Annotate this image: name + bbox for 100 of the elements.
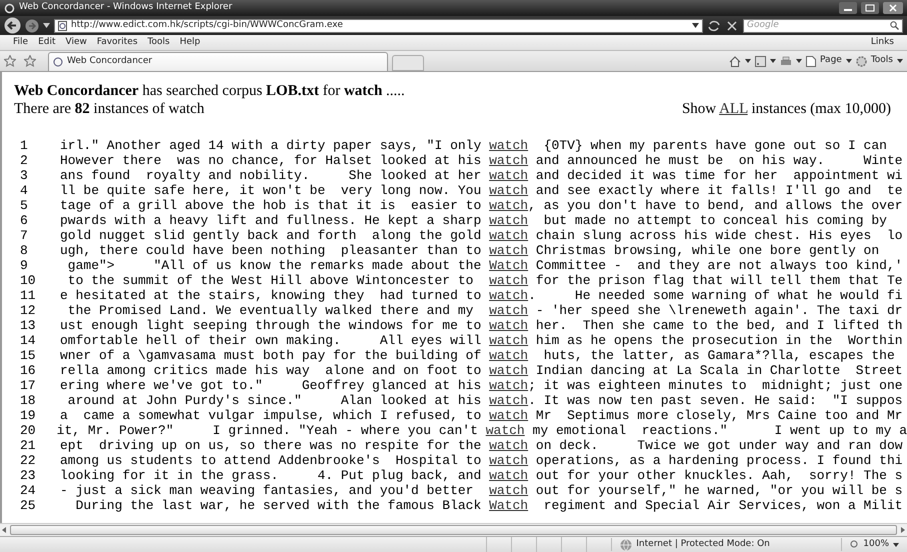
- concordance-line: e hesitated at the stairs, knowing they had turned to watch. He needed some warning of what he would fi: [60, 288, 903, 303]
- menu-item[interactable]: File: [8, 36, 34, 50]
- concordance-line: ugh, there could have been nothing pleasanter than to watch Christmas browsing, while one bore gently on: [60, 243, 880, 258]
- feed-icon[interactable]: [755, 56, 766, 66]
- line-number: 11: [19, 288, 37, 303]
- keyword-link[interactable]: watch: [489, 228, 528, 243]
- menu-item[interactable]: Favorites: [92, 36, 143, 50]
- favorites-star-icon[interactable]: [4, 55, 16, 67]
- scrollbar-thumb[interactable]: [10, 525, 897, 535]
- line-number: 10: [19, 273, 37, 288]
- search-summary-heading: Web Concordancer has searched corpus LOB.txt for watch .....: [14, 82, 406, 100]
- concordance-line: wner of a \gamvasama must both pay for the building of watch huts, the latter, as Gamara*?lla, escapes the: [60, 348, 895, 363]
- window-title: Web Concordancer - Windows Internet Explorer: [19, 1, 234, 14]
- concordance-line: During the last war, he served with the famous Black Watch regiment and Special Air Services, won a Milit: [74, 498, 903, 513]
- minimize-icon[interactable]: [839, 2, 857, 14]
- menu-item[interactable]: View: [60, 36, 92, 50]
- line-number: 1: [19, 138, 29, 153]
- line-number: 17: [19, 378, 37, 393]
- dropdown-icon[interactable]: [846, 59, 852, 63]
- keyword-link[interactable]: watch: [489, 138, 528, 153]
- search-icon[interactable]: [890, 21, 899, 30]
- tab-label: Web Concordancer: [67, 55, 152, 68]
- search-placeholder: Google: [747, 18, 780, 32]
- dropdown-icon[interactable]: [897, 59, 903, 63]
- keyword-link[interactable]: watch: [489, 288, 528, 303]
- command-button[interactable]: Tools: [870, 54, 893, 68]
- browser-tab[interactable]: Web Concordancer: [48, 52, 388, 71]
- keyword-link[interactable]: watch: [489, 483, 528, 498]
- keyword-link[interactable]: watch: [486, 423, 525, 438]
- keyword-link[interactable]: watch: [489, 408, 528, 423]
- line-number: 19: [19, 408, 37, 423]
- add-favorites-icon[interactable]: [24, 55, 36, 67]
- line-number: 21: [19, 438, 37, 453]
- line-number: 3: [19, 168, 29, 183]
- stop-icon[interactable]: [725, 20, 739, 32]
- menu-item[interactable]: Help: [174, 36, 206, 50]
- zoom-button[interactable]: 100%: [841, 538, 907, 552]
- forward-icon[interactable]: [25, 18, 39, 32]
- close-icon[interactable]: [883, 2, 903, 14]
- dropdown-icon[interactable]: [770, 59, 776, 63]
- concordance-line: around at John Purdy's since." Alan looked at his watch. It was now ten past seven. He said: "I suppos: [66, 393, 903, 408]
- concordance-line: ept driving up on us, so there was no respite for the watch on deck. Twice we got under way and ran dow: [60, 438, 903, 453]
- keyword-link[interactable]: watch: [489, 333, 528, 348]
- show-all-link[interactable]: ALL: [719, 101, 748, 117]
- keyword-link[interactable]: watch: [489, 378, 528, 393]
- keyword-link[interactable]: watch: [489, 393, 528, 408]
- command-button[interactable]: Page: [820, 54, 842, 68]
- line-number: 7: [19, 228, 29, 243]
- concordance-line: ans found royalty and nobility. She looked at her watch and decided it was time for her appointment wi: [60, 168, 903, 183]
- print-icon[interactable]: [780, 56, 792, 66]
- globe-icon: [620, 538, 632, 550]
- keyword-link[interactable]: watch: [489, 168, 528, 183]
- line-number: 6: [19, 213, 29, 228]
- concordance-line: gold nugget slid gently back and forth along the gold watch chain slung across his wide chest. His eyes lo: [60, 228, 903, 243]
- menu-item[interactable]: Tools: [142, 36, 175, 50]
- line-number: 9: [19, 258, 29, 273]
- line-number: 15: [19, 348, 37, 363]
- dropdown-icon[interactable]: [692, 23, 699, 28]
- keyword-link[interactable]: watch: [489, 303, 528, 318]
- concordance-line: the Promised Land. We eventually walked there and my watch - 'her speed she \lreneweth again'. The taxi dr: [66, 303, 903, 318]
- keyword-link[interactable]: watch: [489, 438, 528, 453]
- keyword-link[interactable]: watch: [489, 213, 528, 228]
- keyword-link[interactable]: watch: [489, 348, 528, 363]
- keyword-link[interactable]: watch: [489, 363, 528, 378]
- concordance-line: among us students to attend Addenbrooke's Hospital to watch operations, as a hardening process. I found thi: [60, 453, 903, 468]
- links-button[interactable]: Links: [866, 36, 899, 50]
- concordance-line: game"> "All of us know the remarks made about the Watch Committee - and they are not always too kind,': [66, 258, 903, 273]
- keyword-link[interactable]: Watch: [489, 498, 528, 513]
- home-icon[interactable]: [729, 56, 742, 66]
- keyword-link[interactable]: watch: [489, 243, 528, 258]
- dropdown-icon: [893, 542, 899, 546]
- dropdown-icon[interactable]: [745, 59, 752, 63]
- page-icon: [806, 56, 816, 66]
- refresh-icon[interactable]: [707, 20, 721, 32]
- line-number: 13: [19, 318, 37, 333]
- concordance-line: to the summit of the West Hill above Wintoncester to watch for the prison flag that will tell them that Te: [66, 273, 903, 288]
- keyword-link[interactable]: watch: [489, 468, 528, 483]
- concordance-line: ering where we've got to." Geoffrey glanced at his watch; it was eighteen minutes to midnight; just one: [60, 378, 903, 393]
- keyword-link[interactable]: watch: [489, 273, 528, 288]
- gear-icon: [856, 56, 867, 66]
- back-icon[interactable]: [4, 17, 21, 34]
- dropdown-icon[interactable]: [796, 59, 802, 63]
- keyword-link[interactable]: Watch: [489, 258, 528, 273]
- concordance-line: However there was no chance, for Halset looked at his watch and announced he must be on his way. Winte: [60, 153, 903, 168]
- maximize-icon[interactable]: [861, 2, 879, 14]
- line-number: 5: [19, 198, 29, 213]
- zoom-icon: [850, 540, 860, 549]
- keyword-link[interactable]: watch: [489, 183, 528, 198]
- keyword-link[interactable]: watch: [489, 198, 528, 213]
- concordance-line: looking for it in the grass. 4. Put plug back, and watch out for your other knuckles. Aah, sorry! The s: [60, 468, 903, 483]
- concordance-line: a came a somewhat vulgar impulse, which I refused, to watch Mr Septimus more closely, Mrs Caine too and Mr: [60, 408, 903, 423]
- scroll-left-icon[interactable]: [0, 526, 8, 534]
- keyword-link[interactable]: watch: [489, 453, 528, 468]
- dropdown-icon[interactable]: [43, 23, 50, 28]
- keyword-link[interactable]: watch: [489, 153, 528, 168]
- menu-item[interactable]: Edit: [33, 36, 60, 50]
- scroll-right-icon[interactable]: [899, 526, 907, 534]
- address-field[interactable]: http://www.edict.com.hk/scripts/cgi-bin/WWWConcGram.exe: [54, 18, 703, 32]
- horizontal-scrollbar[interactable]: [0, 523, 907, 536]
- keyword-link[interactable]: watch: [489, 318, 528, 333]
